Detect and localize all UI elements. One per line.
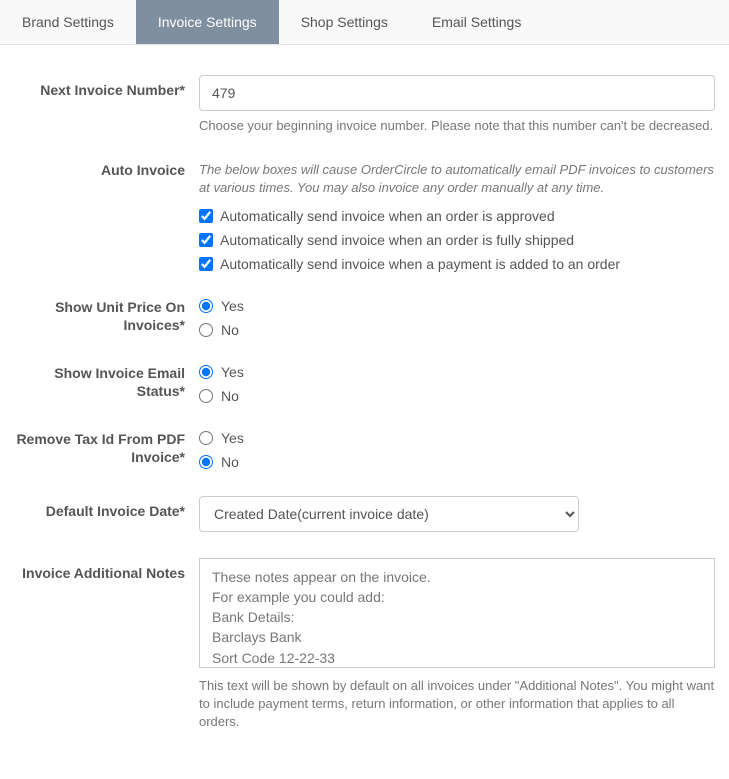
remove-tax-id-no-radio[interactable] <box>199 455 213 469</box>
remove-tax-id-label: Remove Tax Id From PDF Invoice* <box>14 430 199 468</box>
additional-notes-textarea[interactable] <box>199 558 715 668</box>
show-unit-price-no-radio[interactable] <box>199 323 213 337</box>
show-unit-price-no-label: No <box>221 322 239 338</box>
next-invoice-number-input[interactable] <box>199 75 715 111</box>
show-email-status-label: Show Invoice Email Status* <box>14 364 199 402</box>
invoice-settings-form: Next Invoice Number* Choose your beginni… <box>0 45 729 751</box>
auto-invoice-intro: The below boxes will cause OrderCircle t… <box>199 161 715 197</box>
auto-invoice-shipped-checkbox[interactable] <box>199 233 213 247</box>
remove-tax-id-no-label: No <box>221 454 239 470</box>
additional-notes-help: This text will be shown by default on al… <box>199 677 715 732</box>
tab-invoice-settings[interactable]: Invoice Settings <box>136 0 279 44</box>
tab-shop-settings[interactable]: Shop Settings <box>279 0 410 44</box>
show-unit-price-yes-label: Yes <box>221 298 244 314</box>
next-invoice-number-label: Next Invoice Number* <box>14 75 199 100</box>
remove-tax-id-yes-label: Yes <box>221 430 244 446</box>
show-email-status-no-radio[interactable] <box>199 389 213 403</box>
additional-notes-label: Invoice Additional Notes <box>14 558 199 583</box>
tab-email-settings[interactable]: Email Settings <box>410 0 543 44</box>
auto-invoice-approved-checkbox[interactable] <box>199 209 213 223</box>
next-invoice-number-help: Choose your beginning invoice number. Pl… <box>199 117 715 135</box>
default-invoice-date-select[interactable]: Created Date(current invoice date) <box>199 496 579 532</box>
auto-invoice-payment-checkbox[interactable] <box>199 257 213 271</box>
show-email-status-no-label: No <box>221 388 239 404</box>
auto-invoice-approved-label: Automatically send invoice when an order… <box>220 208 555 224</box>
remove-tax-id-yes-radio[interactable] <box>199 431 213 445</box>
tab-brand-settings[interactable]: Brand Settings <box>0 0 136 44</box>
default-invoice-date-label: Default Invoice Date* <box>14 496 199 521</box>
show-email-status-yes-radio[interactable] <box>199 365 213 379</box>
auto-invoice-shipped-label: Automatically send invoice when an order… <box>220 232 574 248</box>
show-unit-price-yes-radio[interactable] <box>199 299 213 313</box>
auto-invoice-payment-label: Automatically send invoice when a paymen… <box>220 256 620 272</box>
show-unit-price-label: Show Unit Price On Invoices* <box>14 298 199 336</box>
auto-invoice-label: Auto Invoice <box>14 161 199 180</box>
show-email-status-yes-label: Yes <box>221 364 244 380</box>
tabs: Brand Settings Invoice Settings Shop Set… <box>0 0 729 45</box>
